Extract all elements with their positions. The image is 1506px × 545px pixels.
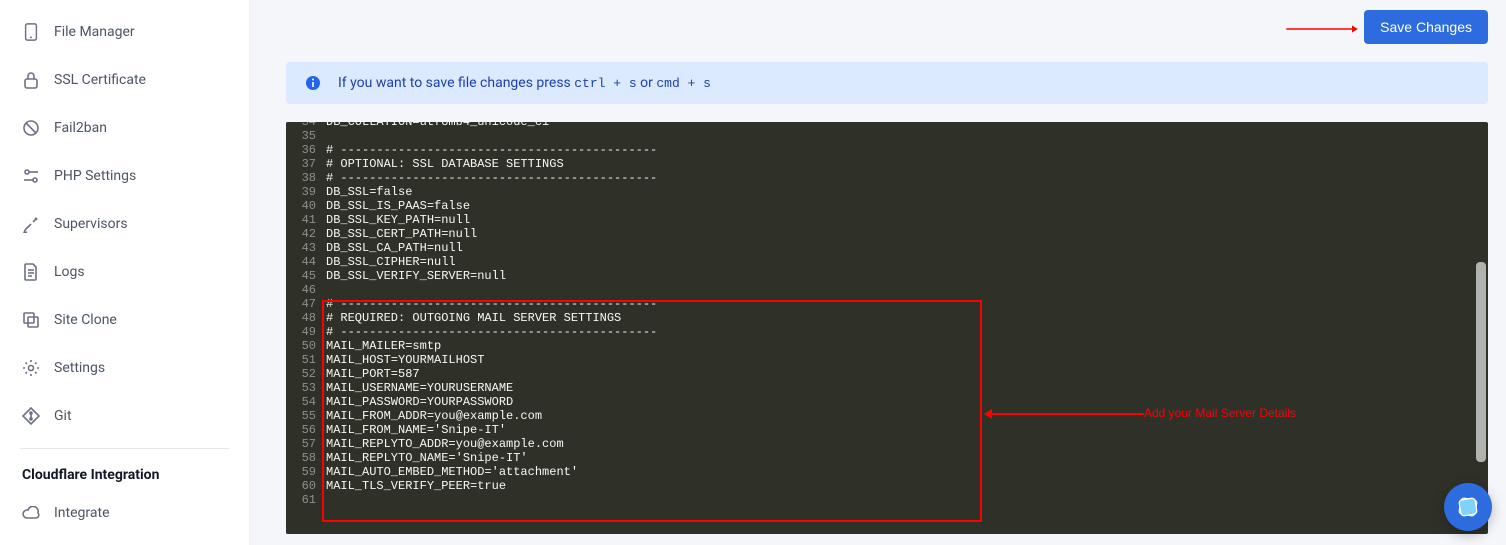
sidebar-item-label: Integrate [54, 505, 110, 521]
editor-gutter: 3435363738394041424344454647484950515253… [286, 122, 322, 534]
sidebar-item-label: Git [54, 408, 72, 424]
sidebar-item-label: SSL Certificate [54, 72, 146, 88]
sidebar-item-integrate[interactable]: Integrate [0, 489, 249, 537]
editor-scrollbar[interactable] [1476, 262, 1486, 462]
sidebar-item-ssl[interactable]: SSL Certificate [0, 56, 249, 104]
sidebar-item-site-clone[interactable]: Site Clone [0, 296, 249, 344]
sliders-icon [22, 167, 40, 185]
info-banner: If you want to save file changes press c… [286, 62, 1488, 104]
sidebar-item-label: PHP Settings [54, 168, 136, 184]
annotation-arrow-mail [984, 407, 1144, 421]
main-content: Save Changes If you want to save file ch… [250, 0, 1506, 545]
file-text-icon [22, 263, 40, 281]
sidebar-item-label: File Manager [54, 24, 135, 40]
sidebar-item-logs[interactable]: Logs [0, 248, 249, 296]
sidebar-item-supervisors[interactable]: Supervisors [0, 200, 249, 248]
sidebar: File Manager SSL Certificate Fail2ban PH… [0, 0, 250, 545]
copy-icon [22, 311, 40, 329]
gear-icon [22, 359, 40, 377]
sidebar-section-cloudflare: Cloudflare Integration [0, 457, 249, 489]
sidebar-item-label: Logs [54, 264, 85, 280]
sidebar-item-label: Fail2ban [54, 120, 107, 136]
sidebar-divider [20, 448, 229, 449]
sidebar-item-settings[interactable]: Settings [0, 344, 249, 392]
info-banner-text: If you want to save file changes press c… [338, 75, 711, 91]
sidebar-item-fail2ban[interactable]: Fail2ban [0, 104, 249, 152]
sidebar-item-label: Settings [54, 360, 105, 376]
code-editor[interactable]: 3435363738394041424344454647484950515253… [286, 122, 1488, 534]
sidebar-item-label: Supervisors [54, 216, 128, 232]
tools-icon [22, 215, 40, 233]
sidebar-item-label: Site Clone [54, 312, 117, 328]
device-icon [22, 23, 40, 41]
ban-icon [22, 119, 40, 137]
info-icon [304, 74, 322, 92]
cloud-icon [22, 504, 40, 522]
sidebar-item-php-settings[interactable]: PHP Settings [0, 152, 249, 200]
help-fab[interactable] [1444, 483, 1492, 531]
annotation-mail-label: Add your Mail Server Details [1144, 406, 1296, 420]
save-button[interactable]: Save Changes [1364, 10, 1488, 44]
sidebar-item-file-manager[interactable]: File Manager [0, 8, 249, 56]
git-icon [22, 407, 40, 425]
lock-icon [22, 71, 40, 89]
sidebar-item-git[interactable]: Git [0, 392, 249, 440]
toolbar: Save Changes [286, 0, 1488, 54]
editor-code[interactable]: DB_COLLATION=utf8mb4_unicode_ci# -------… [326, 124, 1488, 507]
